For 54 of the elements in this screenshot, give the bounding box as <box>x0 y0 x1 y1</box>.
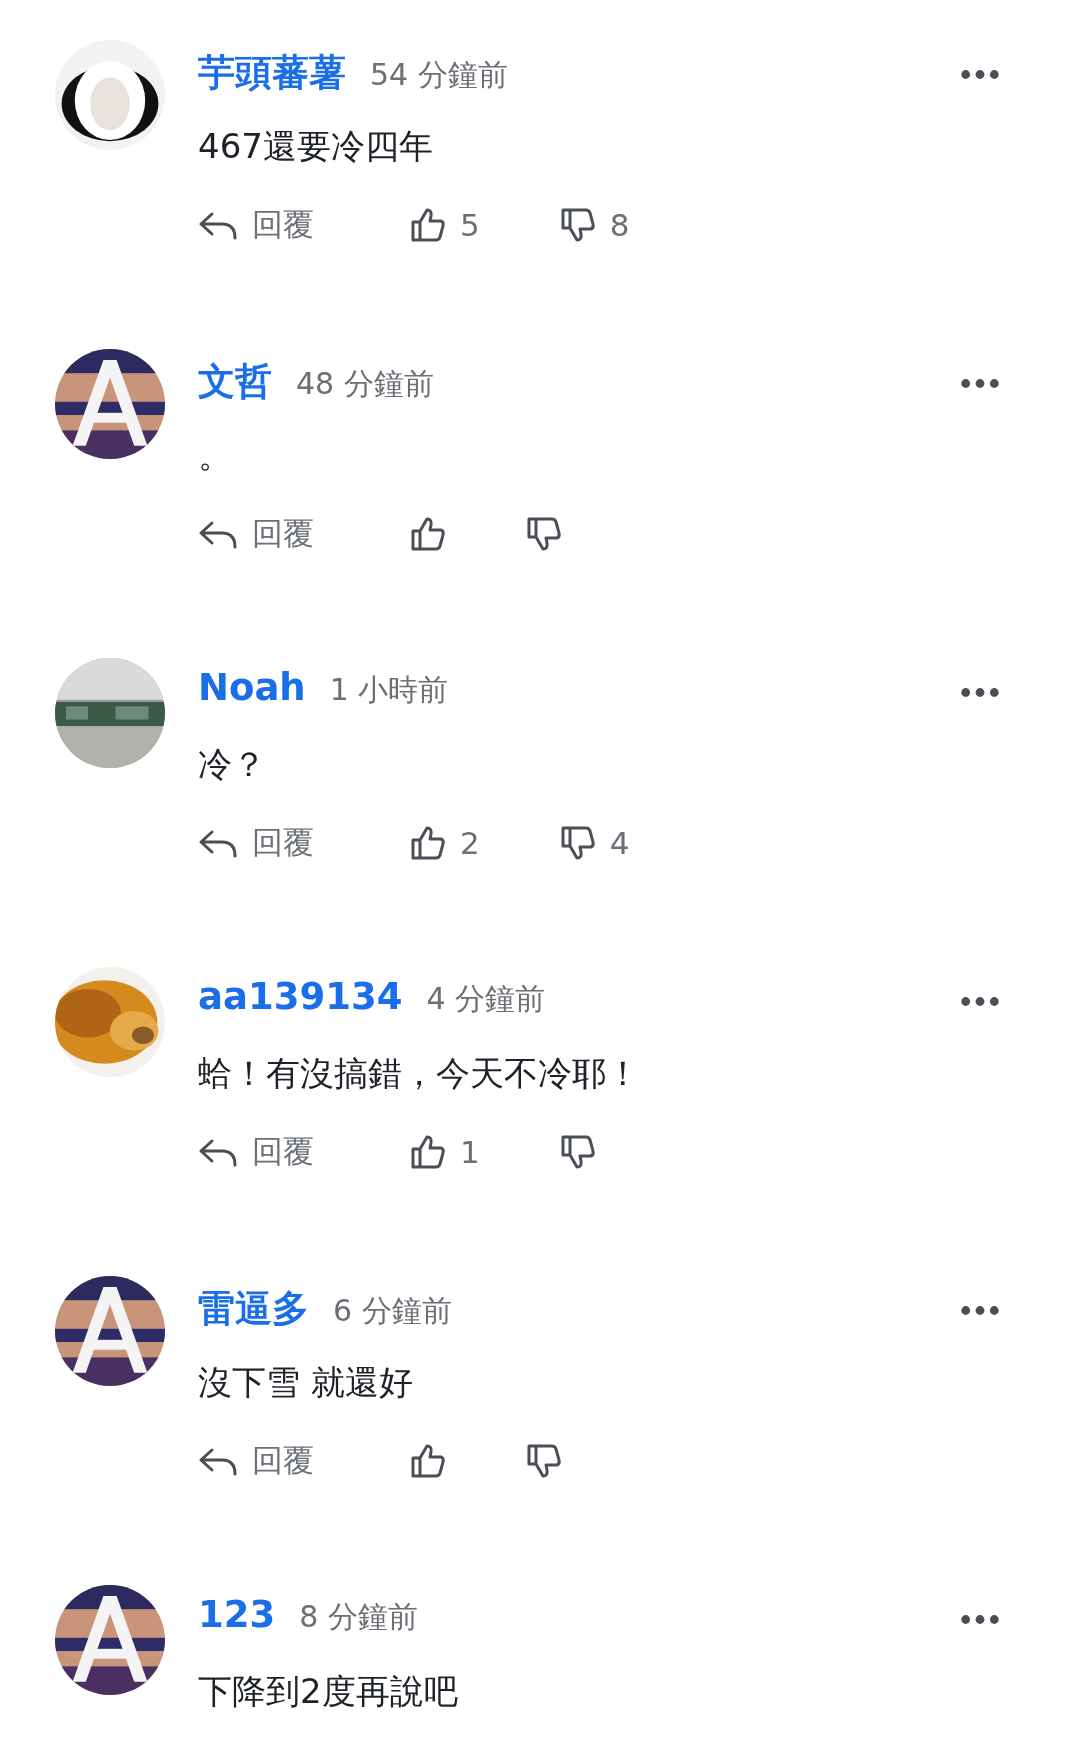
more-options-icon[interactable] <box>960 1613 1000 1625</box>
reply-button[interactable]: 回覆 <box>198 204 410 246</box>
comment-text: 下降到2度再說吧 <box>198 1670 459 1713</box>
like-button[interactable]: 2 <box>410 825 480 861</box>
reply-arrow-icon <box>198 210 238 240</box>
timestamp: 1 小時前 <box>329 671 449 709</box>
thumbs-down-icon <box>526 516 562 552</box>
timestamp: 6 分鐘前 <box>333 1292 452 1330</box>
like-button[interactable]: 1 <box>410 1134 480 1170</box>
dislike-button[interactable] <box>526 1443 562 1479</box>
timestamp: 4 分鐘前 <box>426 980 546 1018</box>
thumbs-down-icon <box>559 207 596 243</box>
comment-text: 冷？ <box>198 743 267 786</box>
user-name[interactable]: 雷逼多 <box>198 1284 309 1334</box>
more-options-icon[interactable] <box>960 68 1000 80</box>
more-options-icon[interactable] <box>960 1304 1000 1316</box>
user-name[interactable]: 芋頭蕃薯 <box>198 48 346 98</box>
more-options-icon[interactable] <box>960 995 1000 1007</box>
comment-text: 蛤！有沒搞錯，今天不冷耶！ <box>198 1052 641 1095</box>
dislike-button[interactable] <box>526 516 562 552</box>
more-options-icon[interactable] <box>960 686 1000 698</box>
more-options-icon[interactable] <box>960 377 1000 389</box>
comment-text: 沒下雪 就還好 <box>198 1361 414 1404</box>
reply-button[interactable]: 回覆 <box>198 513 410 555</box>
thumbs-up-icon <box>410 825 446 861</box>
dislike-button[interactable] <box>559 1134 596 1170</box>
like-button[interactable]: 5 <box>410 207 480 243</box>
dislike-button[interactable]: 4 <box>559 825 630 861</box>
thumbs-down-icon <box>559 1134 596 1170</box>
comment-text: 。 <box>198 434 233 477</box>
timestamp: 54 分鐘前 <box>370 56 508 94</box>
thumbs-down-icon <box>526 1443 562 1479</box>
comment-text: 467還要冷四年 <box>198 125 434 168</box>
thumbs-up-icon <box>410 207 446 243</box>
thumbs-up-icon <box>410 516 446 552</box>
thumbs-up-icon <box>410 1443 446 1479</box>
timestamp: 8 分鐘前 <box>299 1598 418 1636</box>
reply-button[interactable]: 回覆 <box>198 1440 410 1482</box>
user-name[interactable]: aa139134 <box>198 975 403 1018</box>
reply-arrow-icon <box>198 519 238 549</box>
reply-arrow-icon <box>198 828 238 858</box>
dislike-button[interactable]: 8 <box>559 207 630 243</box>
reply-arrow-icon <box>198 1137 238 1167</box>
like-button[interactable] <box>410 1443 446 1479</box>
user-name[interactable]: 123 <box>198 1593 276 1636</box>
reply-button[interactable]: 回覆 <box>198 822 410 864</box>
thumbs-up-icon <box>410 1134 446 1170</box>
thumbs-down-icon <box>559 825 596 861</box>
reply-arrow-icon <box>198 1446 238 1476</box>
reply-button[interactable]: 回覆 <box>198 1131 410 1173</box>
user-name[interactable]: Noah <box>198 666 306 709</box>
timestamp: 48 分鐘前 <box>296 365 434 403</box>
like-button[interactable] <box>410 516 446 552</box>
user-name[interactable]: 文哲 <box>198 357 272 407</box>
